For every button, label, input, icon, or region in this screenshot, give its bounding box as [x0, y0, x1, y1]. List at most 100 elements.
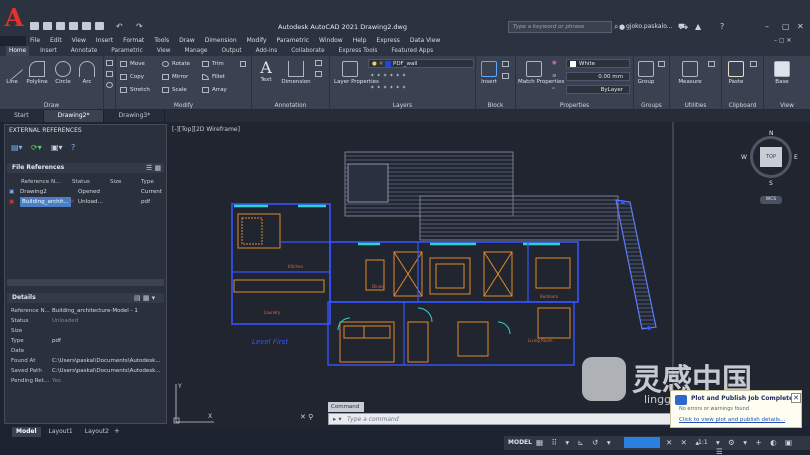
detail-value[interactable]: C:\Users\paskal\Documents\Autodesk...	[52, 356, 161, 366]
file-tab-start[interactable]: Start	[0, 110, 44, 122]
panel-draw-label[interactable]: Draw	[0, 103, 103, 109]
panel-utilities-label[interactable]: Utilities	[670, 103, 721, 109]
file-references-header[interactable]: File References	[7, 163, 164, 173]
tab-insert[interactable]: Insert	[37, 46, 60, 56]
leader-icon[interactable]	[315, 70, 325, 78]
panel-view-label[interactable]: View	[764, 103, 810, 109]
menu-item-insert[interactable]: Insert	[96, 36, 113, 46]
rectangle-icon[interactable]	[106, 59, 116, 67]
rotate-button[interactable]: Rotate	[162, 60, 190, 68]
menu-item-file[interactable]: File	[30, 36, 40, 46]
table-icon[interactable]	[315, 59, 325, 67]
panel-modify-label[interactable]: Modify	[116, 103, 251, 109]
status-settings-icons[interactable]: ▾ ⚙ ▾ + ◐ ▣ ☰	[716, 438, 810, 455]
menu-item-draw[interactable]: Draw	[179, 36, 195, 46]
horizontal-scrollbar[interactable]	[7, 279, 164, 286]
polyline-button[interactable]: Polyline	[24, 61, 50, 85]
block-edit-icon[interactable]	[502, 72, 512, 80]
open-file-icon[interactable]	[43, 22, 52, 30]
menu-item-modify[interactable]: Modify	[247, 36, 267, 46]
compass-w[interactable]: W	[741, 154, 747, 161]
maximize-icon[interactable]: ▢	[782, 22, 790, 32]
help-circle-icon[interactable]: ?	[71, 143, 75, 152]
stretch-button[interactable]: Stretch	[120, 86, 150, 94]
add-layout-icon[interactable]: +	[114, 427, 120, 435]
copy-clip-icon[interactable]	[750, 60, 760, 68]
help-icon[interactable]: ?	[720, 22, 724, 32]
menu-item-data-view[interactable]: Data View	[410, 36, 440, 46]
panel-annotation-label[interactable]: Annotation	[252, 103, 329, 109]
col-status[interactable]: Status	[72, 177, 90, 187]
detail-value[interactable]: pdf	[52, 336, 61, 346]
menu-item-tools[interactable]: Tools	[154, 36, 169, 46]
layout-tab-layout2[interactable]: Layout2	[81, 427, 113, 437]
tab-view[interactable]: View	[154, 46, 174, 56]
col-reference-name[interactable]: Reference N...	[21, 177, 60, 187]
mirror-button[interactable]: Mirror	[162, 73, 188, 81]
panel-clipboard-label[interactable]: Clipboard	[722, 103, 763, 109]
ungroup-icon[interactable]	[658, 60, 668, 68]
menu-item-dimension[interactable]: Dimension	[205, 36, 237, 46]
panel-block-label[interactable]: Block	[476, 103, 515, 109]
file-tab-drawing2[interactable]: Drawing2*	[43, 110, 105, 122]
tab-add-ins[interactable]: Add-ins	[253, 46, 281, 56]
web-mobile-icon[interactable]	[82, 22, 91, 30]
fillet-button[interactable]: Fillet	[202, 73, 225, 81]
menu-item-parametric[interactable]: Parametric	[277, 36, 310, 46]
col-size[interactable]: Size	[110, 177, 121, 187]
tab-collaborate[interactable]: Collaborate	[288, 46, 327, 56]
table-row[interactable]: ▣ Drawing2 Opened Current	[7, 187, 164, 197]
undo-icon[interactable]: ↶	[116, 22, 123, 32]
color-dropdown[interactable]: White	[566, 59, 630, 68]
ellipse-icon[interactable]	[106, 81, 116, 89]
move-button[interactable]: Move	[120, 60, 145, 68]
detail-value[interactable]: Yes	[52, 376, 61, 386]
close-icon[interactable]: ✕	[797, 22, 804, 32]
panel-properties-label[interactable]: Properties	[516, 103, 633, 109]
tab-home[interactable]: Home	[6, 46, 30, 56]
viewport-controls[interactable]: [-][Top][2D Wireframe]	[172, 126, 240, 133]
tab-featured-apps[interactable]: Featured Apps	[388, 46, 436, 56]
layout-tab-model[interactable]: Model	[12, 427, 41, 437]
command-history-tab[interactable]: Command	[328, 402, 364, 412]
user-name[interactable]: gjoko.paskalo...	[626, 23, 673, 30]
list-view-icon[interactable]: ☰ ▦	[146, 164, 161, 172]
file-tab-drawing3[interactable]: Drawing3*	[104, 110, 166, 122]
circle-button[interactable]: Circle	[53, 61, 73, 85]
erase-icon[interactable]	[240, 60, 249, 68]
save-as-icon[interactable]	[69, 22, 78, 30]
details-view-icons[interactable]: ▤ ▦ ▾	[134, 294, 155, 302]
search-input[interactable]: Type a keyword or phrase	[508, 21, 612, 33]
detail-value[interactable]: C:\Users\paskal\Documents\Autodesk...	[52, 366, 161, 376]
plot-icon[interactable]	[95, 22, 104, 30]
panel-layers-label[interactable]: Layers	[330, 103, 475, 109]
compass-s[interactable]: S	[769, 180, 773, 187]
layer-properties-button[interactable]: Layer Properties	[334, 61, 379, 85]
base-button[interactable]: Base	[770, 61, 794, 85]
layout-tab-layout1[interactable]: Layout1	[45, 427, 77, 437]
menu-item-express[interactable]: Express	[376, 36, 399, 46]
compass-n[interactable]: N	[769, 130, 774, 137]
menu-item-format[interactable]: Format	[123, 36, 144, 46]
menu-item-window[interactable]: Window	[319, 36, 343, 46]
model-space-toggle[interactable]: MODEL	[508, 439, 532, 446]
lineweight-dropdown[interactable]: 0.00 mm	[566, 72, 630, 81]
redo-icon[interactable]: ↷	[136, 22, 143, 32]
array-button[interactable]: Array	[202, 86, 227, 94]
tab-output[interactable]: Output	[218, 46, 244, 56]
compass-e[interactable]: E	[794, 154, 798, 161]
text-button[interactable]: A Text	[256, 59, 276, 84]
tab-express-tools[interactable]: Express Tools	[336, 46, 381, 56]
layer-dropdown[interactable]: ● ☼ PDF_wall	[368, 59, 474, 68]
wcs-menu[interactable]: WCS	[760, 196, 782, 204]
panel-groups-label[interactable]: Groups	[634, 103, 669, 109]
new-file-icon[interactable]	[30, 22, 39, 30]
plot-publish-notification[interactable]: Plot and Publish Job Complete ✕ No error…	[670, 390, 802, 428]
layer-tools-row2[interactable]: ✦ ✦ ✦ ✦ ✦ ✦	[370, 84, 406, 92]
annotation-toggles[interactable]: ✕ ✕ ▴	[666, 438, 702, 447]
command-input[interactable]: ▸ ▾ Type a command	[328, 413, 672, 425]
col-type[interactable]: Type	[141, 177, 154, 187]
help-triangle-icon[interactable]: ▲	[695, 22, 701, 32]
table-row[interactable]: ▣ Building_archit... ✕ Unload... pdf	[7, 197, 164, 207]
viewcube-top[interactable]: TOP	[760, 147, 782, 167]
